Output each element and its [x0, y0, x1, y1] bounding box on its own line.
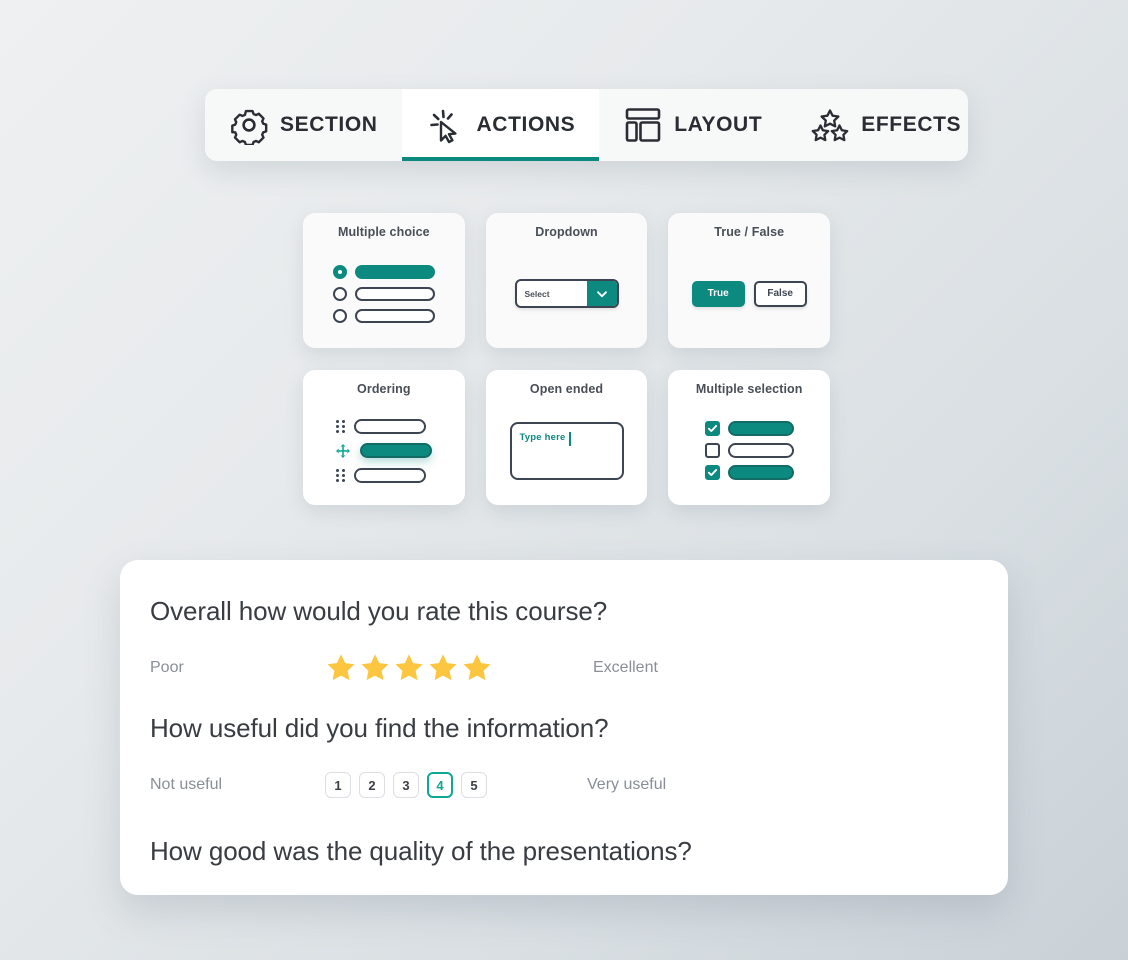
card-dropdown-preview: Select [486, 239, 648, 348]
layout-icon [623, 105, 663, 145]
card-multiple-choice-title: Multiple choice [337, 225, 430, 239]
checkbox-option-2 [704, 443, 794, 458]
option-bar [354, 264, 435, 279]
drag-handle-icon [335, 468, 345, 482]
card-multiple-selection-title: Multiple selection [695, 382, 803, 396]
card-multiple-choice-preview [303, 239, 465, 348]
card-multiple-selection[interactable]: Multiple selection [668, 370, 831, 505]
move-arrows-icon [335, 443, 351, 459]
ordering-row-2 [335, 443, 433, 459]
option-bar [354, 308, 435, 323]
radio-empty-icon [332, 286, 347, 301]
cursor-click-icon [426, 105, 466, 145]
card-ordering-preview [303, 396, 465, 505]
star-icon-1[interactable] [325, 652, 357, 684]
question-2-left-anchor: Not useful [150, 776, 223, 793]
option-bar [354, 467, 427, 483]
tab-layout[interactable]: LAYOUT [599, 89, 786, 161]
scale-option-2[interactable]: 2 [359, 772, 385, 798]
question-2-answer-row: Not useful 1 2 3 4 5 Very useful [150, 766, 978, 804]
drag-handle-icon [335, 419, 345, 433]
scale-option-1[interactable]: 1 [325, 772, 351, 798]
scale-option-5[interactable]: 5 [461, 772, 487, 798]
question-2-text: How useful did you find the information? [150, 713, 609, 743]
option-bar-selected [360, 443, 433, 458]
tab-section[interactable]: SECTION [205, 89, 402, 161]
checkbox-empty-icon [704, 443, 720, 458]
true-button: True [691, 280, 745, 307]
scale-option-4-selected[interactable]: 4 [427, 772, 453, 798]
tab-actions[interactable]: ACTIONS [401, 89, 600, 161]
radio-selected-icon [332, 264, 347, 279]
card-true-false-title: True / False [714, 225, 785, 239]
card-true-false-preview: True False [668, 239, 830, 348]
question-1-left-anchor: Poor [150, 659, 184, 676]
option-bar [727, 465, 794, 480]
card-row-2: Ordering Open ended Type here Multiple s… [303, 370, 831, 505]
card-dropdown[interactable]: Dropdown Select [485, 213, 648, 348]
stars-icon [810, 105, 850, 145]
option-bar [727, 421, 794, 436]
tab-effects[interactable]: EFFECTS [786, 89, 968, 161]
survey-preview-panel: Overall how would you rate this course? … [120, 560, 1008, 895]
card-open-ended-preview: Type here [486, 396, 648, 505]
card-multiple-choice[interactable]: Multiple choice [303, 213, 465, 348]
text-caret-icon [569, 431, 572, 446]
radio-option-1 [332, 264, 435, 279]
card-true-false[interactable]: True / False True False [668, 213, 831, 348]
page-root: SECTION ACTIONS LAYOUT EFFECTS Multiple … [0, 0, 1128, 960]
card-row-1: Multiple choice Dropdown Select True / F… [303, 213, 831, 348]
gear-icon [229, 105, 269, 145]
tab-actions-label: ACTIONS [476, 113, 576, 136]
question-1-text: Overall how would you rate this course? [150, 596, 608, 626]
checkbox-checked-icon [704, 465, 720, 480]
checkbox-option-1 [704, 421, 794, 436]
card-open-ended[interactable]: Open ended Type here [485, 370, 648, 505]
star-rating-input[interactable] [325, 652, 493, 684]
card-open-ended-title: Open ended [529, 382, 604, 396]
card-ordering[interactable]: Ordering [303, 370, 465, 505]
text-input-preview: Type here [509, 421, 624, 480]
card-ordering-title: Ordering [357, 382, 411, 396]
radio-option-2 [332, 286, 435, 301]
checkbox-option-3 [704, 465, 794, 480]
option-bar [354, 418, 427, 434]
card-multiple-selection-preview [668, 396, 830, 505]
chevron-down-icon [586, 281, 617, 306]
tab-layout-label: LAYOUT [674, 113, 763, 136]
question-2-right-anchor: Very useful [587, 776, 667, 793]
question-1-right-anchor: Excellent [593, 659, 658, 676]
question-1-answer-row: Poor Excellent [150, 649, 978, 687]
option-bar [354, 286, 435, 301]
ordering-row-1 [335, 418, 432, 434]
radio-option-3 [332, 308, 435, 323]
scale-option-3[interactable]: 3 [393, 772, 419, 798]
dropdown-select-label: Select [524, 288, 550, 299]
card-dropdown-title: Dropdown [535, 225, 598, 239]
tab-section-label: SECTION [280, 113, 378, 136]
tab-effects-label: EFFECTS [861, 113, 962, 136]
question-type-grid: Multiple choice Dropdown Select True / F… [303, 213, 831, 505]
star-icon-2[interactable] [359, 652, 391, 684]
type-here-placeholder: Type here [519, 431, 566, 443]
question-3-text: How good was the quality of the presenta… [150, 836, 692, 866]
star-icon-5[interactable] [461, 652, 493, 684]
numeric-scale-input: 1 2 3 4 5 [325, 772, 487, 798]
editor-tabbar: SECTION ACTIONS LAYOUT EFFECTS [205, 89, 968, 161]
star-icon-4[interactable] [427, 652, 459, 684]
dropdown-preview: Select [514, 279, 619, 308]
star-icon-3[interactable] [393, 652, 425, 684]
radio-empty-icon [332, 308, 347, 323]
checkbox-checked-icon [704, 421, 720, 436]
false-button: False [753, 280, 807, 307]
option-bar [727, 443, 794, 458]
ordering-row-3 [335, 467, 432, 483]
